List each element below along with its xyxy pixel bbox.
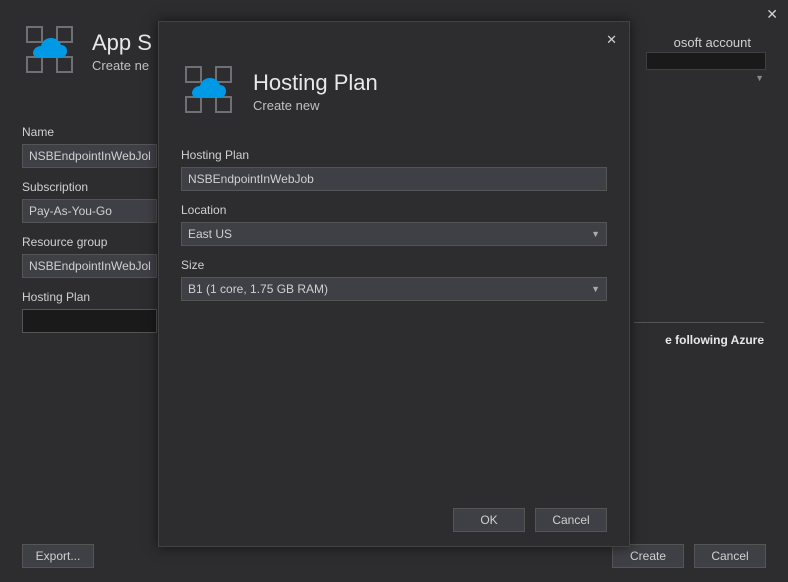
- cancel-button[interactable]: Cancel: [694, 544, 766, 568]
- subscription-input[interactable]: [22, 199, 157, 223]
- close-icon[interactable]: ✕: [606, 32, 617, 48]
- hosting-plan-input[interactable]: [22, 309, 157, 333]
- account-dropdown[interactable]: [646, 52, 766, 70]
- export-button[interactable]: Export...: [22, 544, 94, 568]
- hosting-plan-form: Hosting Plan Location East US ▼ Size B1 …: [159, 138, 629, 323]
- size-label: Size: [181, 258, 607, 272]
- location-label: Location: [181, 203, 607, 217]
- subscription-label: Subscription: [22, 180, 157, 194]
- app-service-title: App S: [92, 30, 152, 56]
- name-label: Name: [22, 125, 157, 139]
- size-select[interactable]: B1 (1 core, 1.75 GB RAM) ▼: [181, 277, 607, 301]
- cloud-icon: [32, 38, 68, 62]
- chevron-down-icon: ▼: [591, 284, 600, 294]
- resource-group-label: Resource group: [22, 235, 157, 249]
- hosting-plan-icon: [181, 62, 239, 120]
- account-label: osoft account: [674, 35, 766, 50]
- location-select[interactable]: East US ▼: [181, 222, 607, 246]
- resource-group-input[interactable]: [22, 254, 157, 278]
- cancel-button[interactable]: Cancel: [535, 508, 607, 532]
- create-button[interactable]: Create: [612, 544, 684, 568]
- dialog-title: Hosting Plan: [253, 70, 378, 96]
- chevron-down-icon: ▼: [591, 229, 600, 239]
- close-icon[interactable]: ✕: [766, 6, 778, 23]
- account-area: osoft account ▼: [646, 35, 766, 70]
- app-service-subtitle: Create ne: [92, 58, 152, 73]
- hosting-plan-dialog: ✕ Hosting Plan Create new Hosting Plan L…: [158, 21, 630, 547]
- dialog-subtitle: Create new: [253, 98, 378, 113]
- app-service-header: App S Create ne: [22, 22, 152, 80]
- info-text: e following Azure: [665, 333, 764, 347]
- hosting-plan-label: Hosting Plan: [22, 290, 157, 304]
- hosting-plan-name-label: Hosting Plan: [181, 148, 607, 162]
- hosting-plan-header: Hosting Plan Create new: [159, 22, 629, 138]
- app-service-icon: [22, 22, 80, 80]
- cloud-icon: [191, 78, 227, 102]
- size-value: B1 (1 core, 1.75 GB RAM): [188, 282, 328, 296]
- divider: [634, 322, 764, 323]
- location-value: East US: [188, 227, 232, 241]
- chevron-down-icon: ▼: [755, 73, 764, 83]
- ok-button[interactable]: OK: [453, 508, 525, 532]
- hosting-plan-name-input[interactable]: [181, 167, 607, 191]
- name-input[interactable]: [22, 144, 157, 168]
- app-service-form: Name Subscription Resource group Hosting…: [22, 125, 157, 345]
